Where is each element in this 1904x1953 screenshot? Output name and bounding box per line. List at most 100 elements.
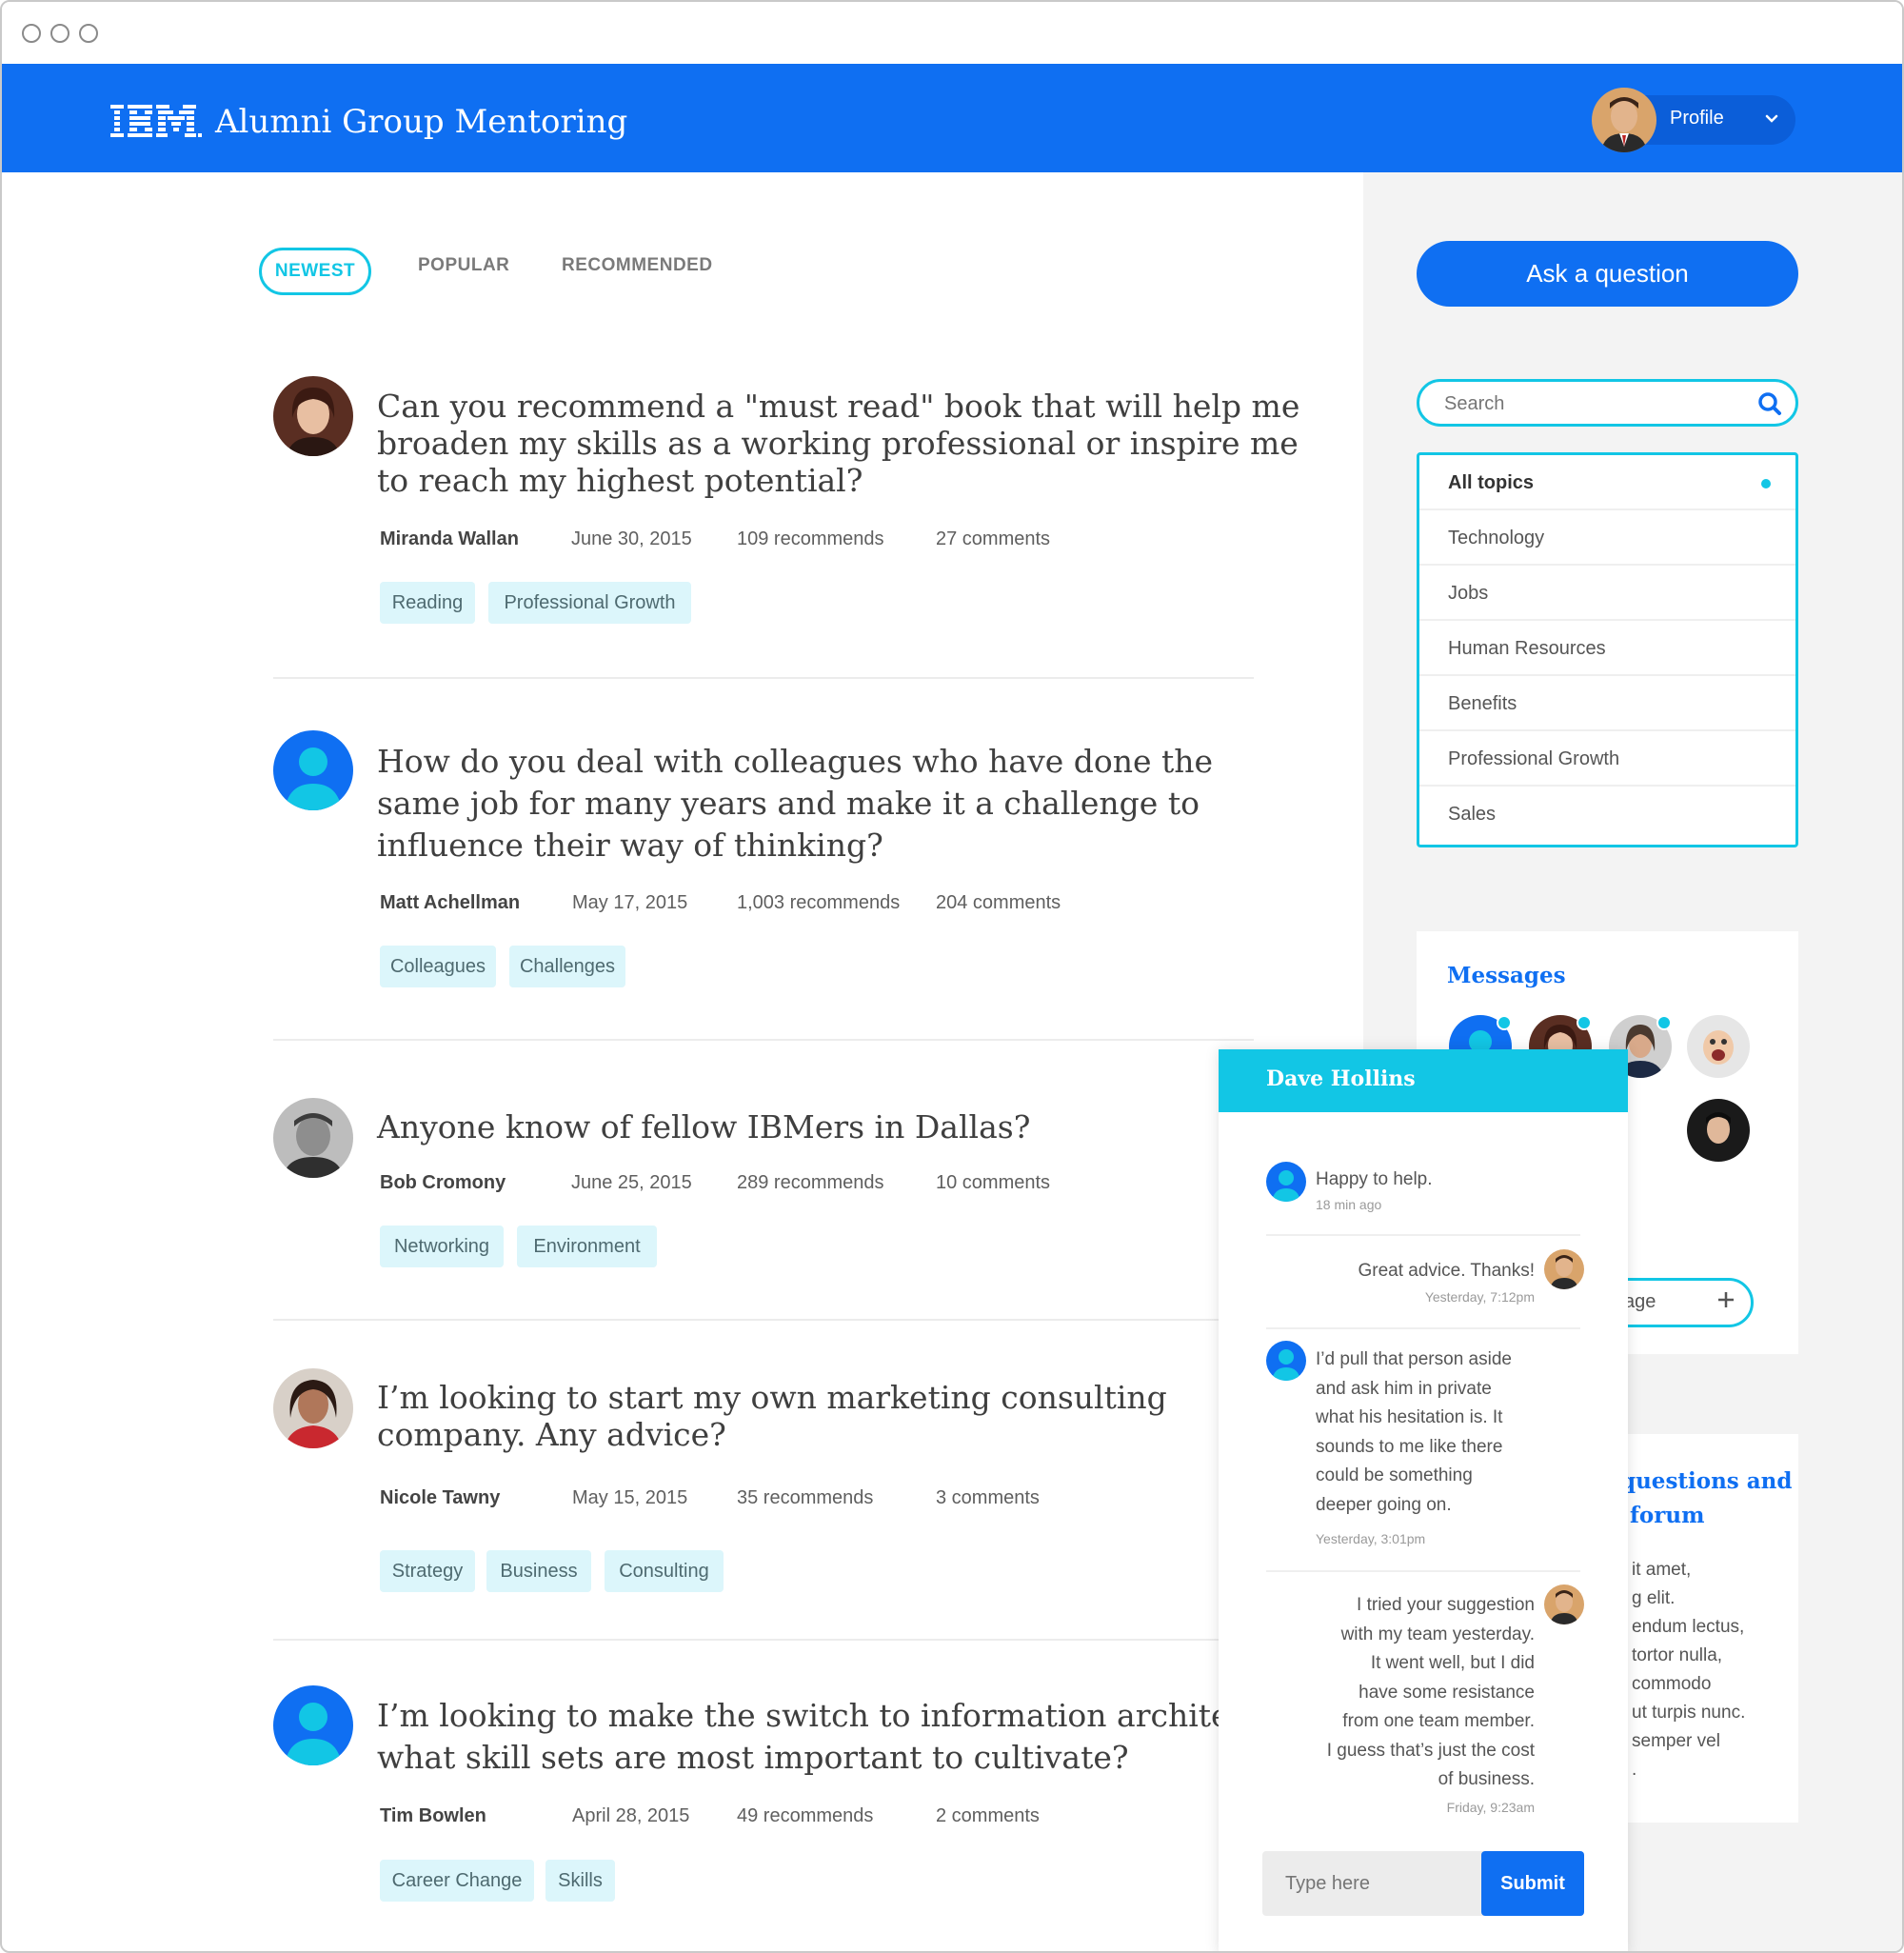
tag[interactable]: Consulting [605,1550,724,1592]
plus-icon[interactable] [1716,1289,1736,1310]
tag[interactable]: Skills [545,1860,615,1902]
post-divider [273,1639,1254,1641]
ask-question-button[interactable]: Ask a question [1417,241,1798,307]
chat-contact-name: Dave Hollins [1266,1066,1416,1091]
post-author[interactable]: Matt Achellman [380,892,520,914]
search-box [1417,379,1798,427]
window-titlebar [2,2,1902,64]
profile-label: Profile [1670,108,1724,129]
topic-professional-growth[interactable]: Professional Growth [1419,731,1795,787]
topic-all[interactable]: All topics [1419,455,1795,510]
profile-avatar[interactable] [1592,88,1656,152]
search-icon[interactable] [1757,391,1782,416]
tag[interactable]: Business [486,1550,591,1592]
window-zoom-icon[interactable] [79,24,98,43]
tab-popular[interactable]: POPULAR [418,255,509,276]
tag[interactable]: Challenges [509,946,625,987]
search-input[interactable] [1444,393,1730,415]
chat-message: I’d pull that person aside and ask him i… [1316,1349,1512,1515]
avatar[interactable] [273,1098,353,1178]
topic-benefits[interactable]: Benefits [1419,676,1795,731]
app-title: Alumni Group Mentoring [215,103,628,141]
post-date: May 17, 2015 [572,892,688,913]
chevron-down-icon[interactable] [1761,109,1782,130]
post-date: April 28, 2015 [572,1805,690,1826]
post-comments[interactable]: 204 comments [936,892,1061,914]
new-message-label: age [1624,1291,1656,1312]
tag[interactable]: Colleagues [380,946,496,987]
tag[interactable]: Networking [380,1226,504,1267]
topic-jobs[interactable]: Jobs [1419,566,1795,621]
chat-message: Great advice. Thanks! [1358,1261,1535,1281]
post-recommends[interactable]: 289 recommends [737,1172,884,1194]
default-user-avatar[interactable] [273,730,353,810]
topic-sales[interactable]: Sales [1419,787,1795,842]
post-divider [273,1039,1254,1041]
post-author[interactable]: Tim Bowlen [380,1805,486,1827]
post-date: June 25, 2015 [571,1172,692,1193]
post-title[interactable]: I’m looking to make the switch to inform… [377,1695,1259,1779]
chat-timestamp: Yesterday, 7:12pm [1424,1289,1535,1305]
post-author[interactable]: Nicole Tawny [380,1487,500,1509]
post-comments[interactable]: 27 comments [936,528,1050,550]
chat-message: Happy to help. [1316,1169,1433,1189]
chat-window: Dave Hollins Happy to help. 18 min ago G… [1219,1049,1628,1951]
profile-avatar [1544,1584,1584,1624]
post-recommends[interactable]: 49 recommends [737,1805,873,1827]
chat-divider [1266,1327,1580,1329]
profile-avatar [1544,1249,1584,1289]
post-divider [273,1319,1254,1321]
topic-technology[interactable]: Technology [1419,510,1795,566]
default-user-avatar [1266,1341,1306,1381]
tag[interactable]: Environment [517,1226,657,1267]
post-recommends[interactable]: 1,003 recommends [737,892,900,914]
online-indicator [1497,1015,1512,1030]
forum-text: it amet, g elit. endum lectus, tortor nu… [1632,1560,1746,1780]
tag[interactable]: Professional Growth [488,582,691,624]
chat-timestamp: Friday, 9:23am [1446,1800,1535,1815]
post-comments[interactable]: 10 comments [936,1172,1050,1194]
post-title[interactable]: How do you deal with colleagues who have… [377,741,1213,867]
online-indicator [1577,1015,1592,1030]
message-contact-avatar[interactable] [1687,1099,1750,1162]
forum-title: questions and forum [1620,1468,1793,1528]
messages-title: Messages [1447,963,1566,988]
post-title[interactable]: I’m looking to start my own marketing co… [377,1379,1167,1453]
post-divider [273,677,1254,679]
post-title[interactable]: Anyone know of fellow IBMers in Dallas? [377,1108,1030,1146]
post-author[interactable]: Bob Cromony [380,1172,506,1194]
tag[interactable]: Strategy [380,1550,475,1592]
browser-window: Alumni Group Mentoring Profile NEWEST PO… [0,0,1904,1953]
post-recommends[interactable]: 35 recommends [737,1487,873,1509]
post-comments[interactable]: 2 comments [936,1805,1040,1827]
ibm-logo[interactable] [110,105,202,141]
tab-newest[interactable]: NEWEST [259,248,371,295]
default-user-avatar [1266,1162,1306,1202]
avatar[interactable] [273,1368,353,1448]
chat-message: I tried your suggestion with my team yes… [1326,1595,1535,1789]
post-comments[interactable]: 3 comments [936,1487,1040,1509]
chat-message-input[interactable] [1262,1851,1483,1916]
post-date: June 30, 2015 [571,528,692,549]
chat-submit-button[interactable]: Submit [1481,1851,1584,1916]
avatar[interactable] [273,376,353,456]
tag[interactable]: Career Change [380,1860,534,1902]
window-close-icon[interactable] [22,24,41,43]
chat-timestamp: Yesterday, 3:01pm [1316,1531,1426,1546]
post-date: May 15, 2015 [572,1487,688,1508]
tab-recommended[interactable]: RECOMMENDED [562,255,713,276]
topic-human-resources[interactable]: Human Resources [1419,621,1795,676]
chat-header[interactable]: Dave Hollins [1219,1049,1628,1112]
message-contact-avatar[interactable] [1687,1015,1750,1078]
tag[interactable]: Reading [380,582,475,624]
window-minimize-icon[interactable] [50,24,69,43]
online-indicator [1656,1015,1672,1030]
chat-timestamp: 18 min ago [1316,1197,1382,1212]
chat-divider [1266,1234,1580,1236]
post-recommends[interactable]: 109 recommends [737,528,884,550]
post-author[interactable]: Miranda Wallan [380,528,519,550]
post-title[interactable]: Can you recommend a "must read" book tha… [377,388,1299,499]
default-user-avatar[interactable] [273,1685,353,1765]
chat-divider [1266,1570,1580,1572]
selected-dot-icon [1761,479,1771,488]
